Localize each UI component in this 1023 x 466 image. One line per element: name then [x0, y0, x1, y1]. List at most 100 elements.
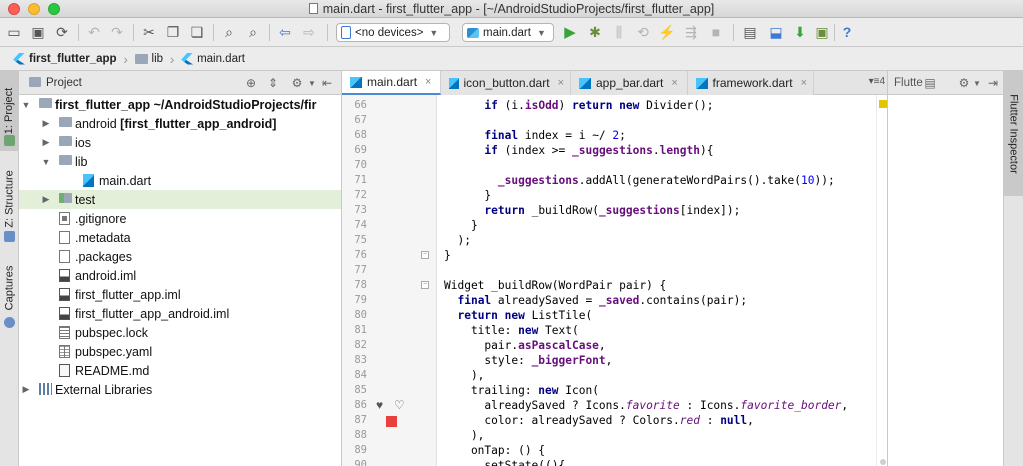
- expand-arrow-icon[interactable]: ▼: [41, 157, 51, 167]
- tab-overflow-menu[interactable]: ▾≡4: [869, 76, 885, 87]
- help-icon[interactable]: ?: [837, 22, 857, 42]
- tree-item[interactable]: .gitignore: [19, 209, 341, 228]
- tree-item[interactable]: ▶ test: [19, 190, 341, 209]
- redo-icon[interactable]: ↷: [107, 22, 127, 42]
- locate-file-icon[interactable]: ⊕: [243, 75, 259, 91]
- save-all-icon[interactable]: ▣: [28, 22, 48, 42]
- collapse-arrow-icon[interactable]: ▶: [41, 194, 51, 205]
- tree-item[interactable]: .metadata: [19, 228, 341, 247]
- code-line[interactable]: }: [444, 248, 451, 263]
- debug-icon[interactable]: ✱: [585, 22, 605, 42]
- breadcrumb-project[interactable]: first_flutter_app: [8, 50, 122, 68]
- code-line[interactable]: pair.asPascalCase,: [444, 338, 605, 353]
- forward-icon[interactable]: ⇨: [299, 22, 319, 42]
- tree-item[interactable]: .packages: [19, 247, 341, 266]
- sync-gradle-icon[interactable]: ▣: [812, 22, 832, 42]
- code-line[interactable]: title: new Text(: [444, 323, 579, 338]
- code-line[interactable]: return _buildRow(_suggestions[index]);: [444, 203, 740, 218]
- tree-item[interactable]: ▶ External Libraries: [19, 380, 341, 399]
- code-line[interactable]: );: [444, 233, 470, 248]
- run-icon[interactable]: ▶: [560, 22, 580, 42]
- code-line[interactable]: setState((){: [444, 458, 565, 466]
- sdk-manager-icon[interactable]: ⬓: [766, 22, 786, 42]
- device-selector[interactable]: <no devices> ▼: [336, 23, 450, 42]
- code-line[interactable]: _suggestions.addAll(generateWordPairs().…: [444, 173, 835, 188]
- close-icon[interactable]: ×: [801, 77, 807, 89]
- code-line[interactable]: if (index >= _suggestions.length){: [444, 143, 713, 158]
- close-icon[interactable]: ×: [425, 76, 431, 88]
- run-config-selector[interactable]: main.dart ▼: [462, 23, 554, 42]
- tab-captures[interactable]: Captures: [0, 253, 19, 323]
- tab-app-bar-dart[interactable]: app_bar.dart ×: [571, 71, 688, 95]
- tree-item[interactable]: ▶ ios: [19, 133, 341, 152]
- tree-item[interactable]: ▼ first_flutter_app ~/AndroidStudioProjec…: [19, 95, 341, 114]
- tree-item[interactable]: README.md: [19, 361, 341, 380]
- project-structure-icon[interactable]: ▤: [740, 22, 760, 42]
- tree-item[interactable]: first_flutter_app_android.iml: [19, 304, 341, 323]
- tab-icon-button-dart[interactable]: icon_button.dart ×: [441, 71, 571, 95]
- cut-icon[interactable]: ✂: [139, 22, 159, 42]
- flutter-panel-title[interactable]: Flutte: [894, 77, 923, 89]
- hide-panel-icon[interactable]: ⇥: [985, 75, 1001, 91]
- close-icon[interactable]: ×: [558, 77, 564, 89]
- attach-icon[interactable]: ⚡: [657, 22, 677, 42]
- tree-item[interactable]: main.dart: [19, 171, 341, 190]
- collapse-arrow-icon[interactable]: ▶: [21, 384, 31, 395]
- gear-icon[interactable]: ⚙: [289, 75, 305, 91]
- code-line[interactable]: onTap: () {: [444, 443, 545, 458]
- expand-arrow-icon[interactable]: ▼: [21, 100, 31, 110]
- tree-item[interactable]: android.iml: [19, 266, 341, 285]
- tree-item[interactable]: ▶ android [first_flutter_app_android]: [19, 114, 341, 133]
- breadcrumb-lib[interactable]: lib: [130, 50, 169, 68]
- back-icon[interactable]: ⇦: [275, 22, 295, 42]
- tab-structure[interactable]: Z: Structure: [0, 159, 19, 239]
- code-line[interactable]: alreadySaved ? Icons.favorite : Icons.fa…: [444, 398, 848, 413]
- scroll-thumb[interactable]: [880, 459, 886, 465]
- code-line[interactable]: style: _biggerFont,: [444, 353, 612, 368]
- code-area[interactable]: if (i.isOdd) return new Divider(); final…: [438, 95, 878, 466]
- tree-item[interactable]: first_flutter_app.iml: [19, 285, 341, 304]
- project-panel-title[interactable]: Project: [46, 77, 82, 89]
- code-line[interactable]: color: alreadySaved ? Colors.red : null,: [444, 413, 753, 428]
- find-icon[interactable]: ⌕: [219, 22, 239, 42]
- tree-item[interactable]: pubspec.yaml: [19, 342, 341, 361]
- close-icon[interactable]: ×: [671, 77, 677, 89]
- undo-icon[interactable]: ↶: [84, 22, 104, 42]
- copy-icon[interactable]: ❐: [163, 22, 183, 42]
- chevron-down-icon[interactable]: ▼: [304, 75, 320, 91]
- paste-icon[interactable]: ❏: [187, 22, 207, 42]
- fold-toggle-icon[interactable]: −: [421, 251, 429, 259]
- tree-item[interactable]: pubspec.lock: [19, 323, 341, 342]
- code-line[interactable]: if (i.isOdd) return new Divider();: [444, 98, 713, 113]
- avd-manager-icon[interactable]: ⬇: [790, 22, 810, 42]
- breadcrumb-file[interactable]: main.dart: [176, 50, 250, 68]
- chevron-down-icon[interactable]: ▼: [969, 75, 985, 91]
- folder-open-icon[interactable]: ▭: [4, 22, 24, 42]
- replace-icon[interactable]: ⌕: [243, 22, 263, 42]
- fold-toggle-icon[interactable]: −: [421, 281, 429, 289]
- code-line[interactable]: final alreadySaved = _saved.contains(pai…: [444, 293, 747, 308]
- tab-framework-dart[interactable]: framework.dart ×: [688, 71, 814, 95]
- tab-main-dart[interactable]: main.dart ×: [342, 71, 441, 95]
- tree-item[interactable]: ▼ lib: [19, 152, 341, 171]
- hot-reload-icon[interactable]: ⟲: [633, 22, 653, 42]
- feedback-icon[interactable]: ▤: [922, 75, 938, 91]
- code-line[interactable]: trailing: new Icon(: [444, 383, 599, 398]
- stop-icon[interactable]: ■: [706, 22, 726, 42]
- code-line[interactable]: ),: [444, 368, 484, 383]
- tab-flutter-inspector[interactable]: Flutter Inspector: [1004, 71, 1023, 196]
- sync-icon[interactable]: ⟳: [52, 22, 72, 42]
- code-line[interactable]: ),: [444, 428, 484, 443]
- collapse-all-icon[interactable]: ⇕: [265, 75, 281, 91]
- collapse-arrow-icon[interactable]: ▶: [41, 118, 51, 129]
- collapse-arrow-icon[interactable]: ▶: [41, 137, 51, 148]
- code-line[interactable]: return new ListTile(: [444, 308, 592, 323]
- apply-changes-icon[interactable]: ⇶: [681, 22, 701, 42]
- profile-icon[interactable]: ⫼: [609, 22, 629, 42]
- editor-scrollbar[interactable]: [876, 95, 887, 466]
- hide-panel-icon[interactable]: ⇤: [319, 75, 335, 91]
- warning-marker-icon[interactable]: [879, 100, 887, 108]
- code-line[interactable]: final index = i ~/ 2;: [444, 128, 625, 143]
- code-line[interactable]: }: [444, 188, 491, 203]
- code-line[interactable]: Widget _buildRow(WordPair pair) {: [444, 278, 666, 293]
